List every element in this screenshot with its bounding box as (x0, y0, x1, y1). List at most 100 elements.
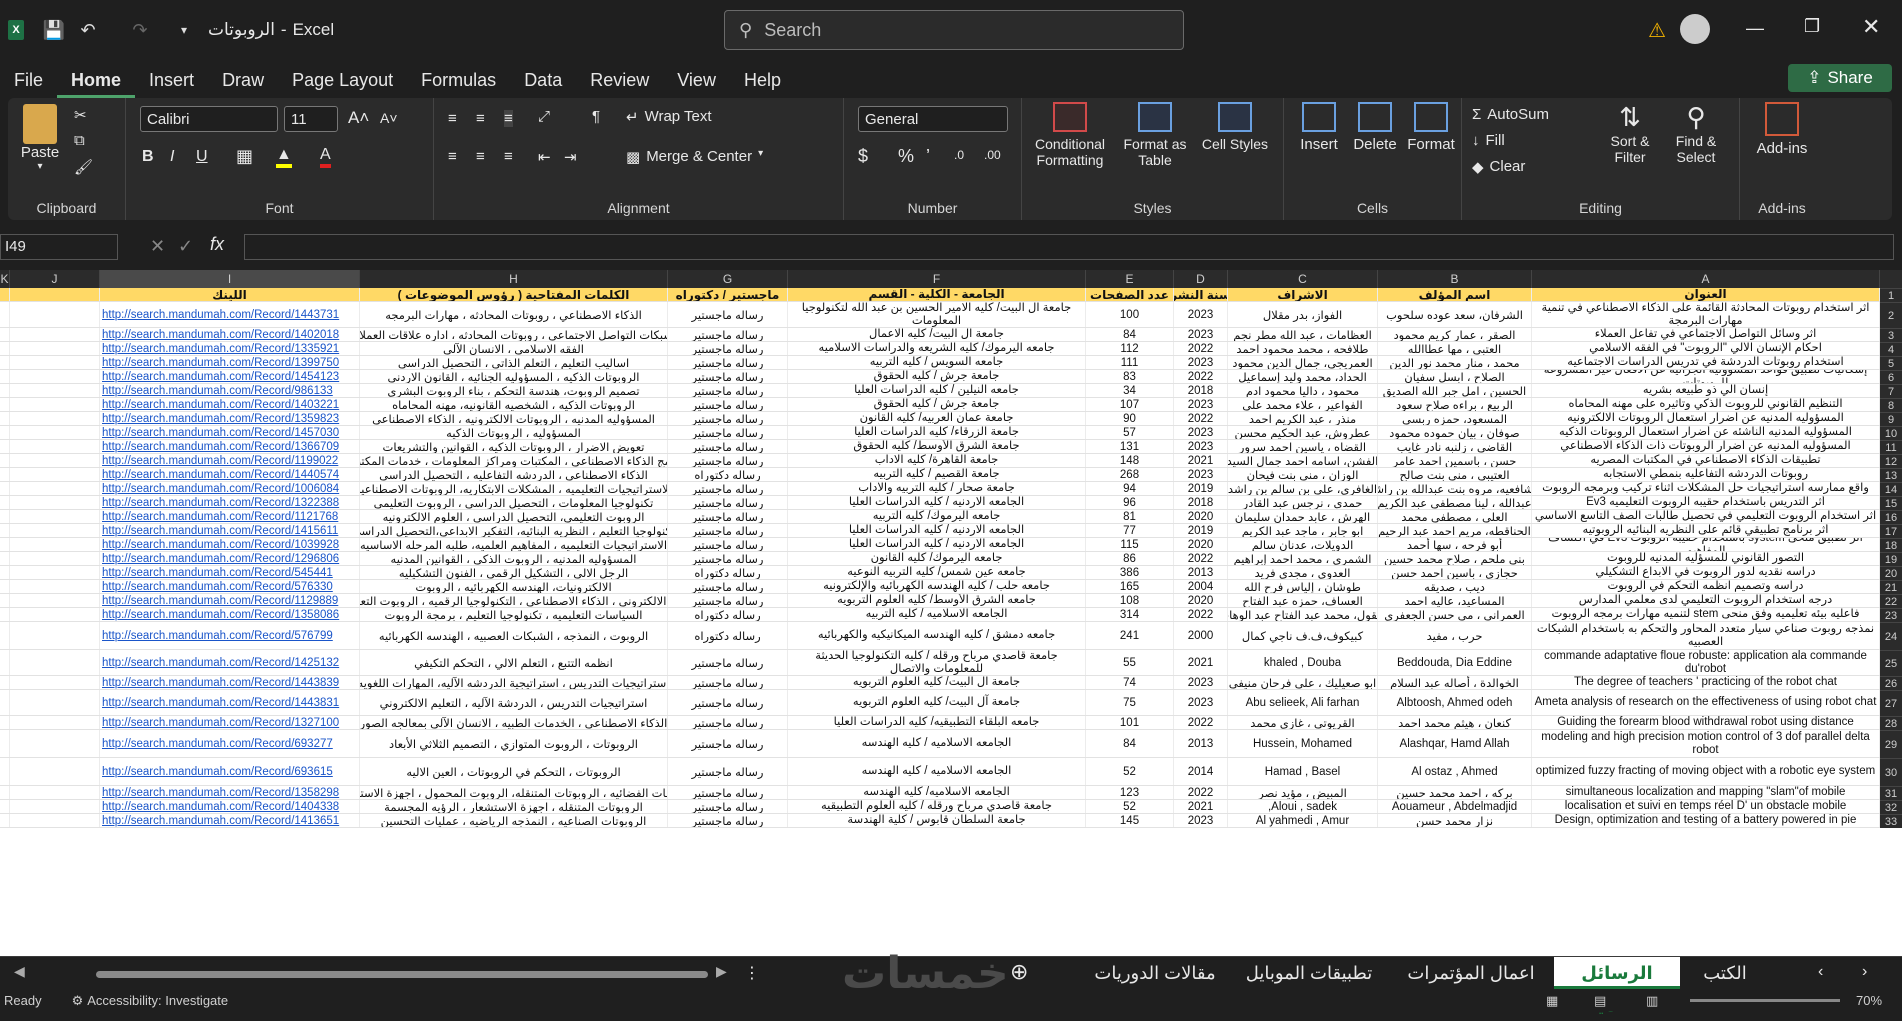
cell-e[interactable]: 52 (1086, 800, 1174, 813)
cell-j[interactable] (10, 496, 100, 509)
cell-a[interactable]: العنوان (1532, 288, 1880, 301)
clear-button[interactable]: ◆ Clear (1472, 158, 1525, 176)
cell-f[interactable]: جامعة آل البيت/ كليه الاعمال (788, 328, 1086, 341)
cell-g[interactable]: رساله ماجستير (668, 454, 788, 467)
cell-e[interactable]: 241 (1086, 622, 1174, 649)
cell-j[interactable] (10, 482, 100, 495)
increase-font-icon[interactable]: A˄ (348, 108, 369, 128)
cell-a[interactable]: Guiding the forearm blood withdrawal rob… (1532, 716, 1880, 729)
cell-e[interactable]: 108 (1086, 594, 1174, 607)
zoom-level[interactable]: 70% (1856, 993, 1882, 1008)
warning-icon[interactable]: ⚠ (1648, 18, 1666, 43)
close-icon[interactable]: ✕ (1862, 14, 1880, 40)
formula-input[interactable] (244, 234, 1894, 260)
cell-e[interactable]: 145 (1086, 814, 1174, 827)
cell-j[interactable] (10, 398, 100, 411)
cell-d[interactable]: 2013 (1174, 566, 1228, 579)
cell-e[interactable]: 96 (1086, 496, 1174, 509)
cell-d[interactable]: 2023 (1174, 302, 1228, 327)
cell-a[interactable]: modeling and high precision motion contr… (1532, 730, 1880, 757)
cell-a[interactable]: إشكاليات تطبيق قواعد المسؤولية الجزائية … (1532, 370, 1880, 383)
row-header[interactable]: 19 (1880, 552, 1902, 566)
cell-j[interactable] (10, 650, 100, 675)
menu-formulas[interactable]: Formulas (407, 62, 510, 98)
cell-b[interactable]: اسم المؤلف (1378, 288, 1532, 301)
cell-k[interactable] (0, 398, 10, 411)
cell-k[interactable] (0, 622, 10, 649)
cell-e[interactable]: 52 (1086, 758, 1174, 785)
cell-k[interactable] (0, 690, 10, 715)
cell-j[interactable] (10, 510, 100, 523)
minimize-icon[interactable]: — (1746, 18, 1764, 39)
cell-i[interactable]: اللينك (100, 288, 360, 301)
cell-g[interactable]: رساله دكتوراه (668, 468, 788, 481)
cell-h[interactable]: السياسات التعليميه ، تكنولوجيا التعليم ،… (360, 608, 668, 621)
cell-e[interactable]: 115 (1086, 538, 1174, 551)
cell-a[interactable]: فاعليه بيئه تعليميه وفق منحى stem لتنميه… (1532, 608, 1880, 621)
increase-decimal-icon[interactable]: .0 (954, 148, 964, 162)
cell-c[interactable]: الغافري، علي بن سالم بن راشد (1228, 482, 1378, 495)
row-header[interactable]: 16 (1880, 510, 1902, 524)
cell-i[interactable]: http://search.mandumah.com/Record/140201… (100, 328, 360, 341)
row-header[interactable]: 17 (1880, 524, 1902, 538)
cell-g[interactable]: رساله ماجستير (668, 328, 788, 341)
cell-j[interactable] (10, 580, 100, 593)
cell-g[interactable]: رساله ماجستير (668, 398, 788, 411)
tab-conferences[interactable]: اعمال المؤتمرات (1396, 957, 1546, 989)
cell-i[interactable]: http://search.mandumah.com/Record/986133 (100, 384, 360, 397)
find-select-button[interactable]: ⚲ Find & Select (1666, 102, 1726, 165)
page-layout-icon[interactable]: ▤ (1594, 993, 1606, 1009)
column-header-h[interactable]: H (360, 270, 668, 288)
cell-i[interactable]: http://search.mandumah.com/Record/140322… (100, 398, 360, 411)
merge-center-button[interactable]: ▩ Merge & Center ▾ (626, 148, 763, 166)
cell-h[interactable]: الاستراتيجيات التعليميه ، المفاهيم العلم… (360, 538, 668, 551)
cell-b[interactable]: عبدالله ، لينا مصطفى عبد الكريم (1378, 496, 1532, 509)
cell-j[interactable] (10, 730, 100, 757)
cell-a[interactable]: المسؤوليه المدنيه الناشئه عن أضرار استعم… (1532, 426, 1880, 439)
cell-g[interactable]: رساله ماجستير (668, 538, 788, 551)
row-header[interactable]: 30 (1880, 758, 1902, 786)
cell-c[interactable]: khaled , Douba (1228, 650, 1378, 675)
cell-h[interactable]: انظمه التتبع ، التعلم الالي ، التحكم الت… (360, 650, 668, 675)
menu-data[interactable]: Data (510, 62, 576, 98)
cell-b[interactable]: الحسين ، امل جبر الله الصديق (1378, 384, 1532, 397)
normal-view-icon[interactable]: ▦ (1546, 993, 1558, 1009)
column-header-c[interactable]: C (1228, 270, 1378, 288)
decrease-font-icon[interactable]: A˅ (380, 110, 398, 126)
underline-icon[interactable]: U (196, 148, 208, 166)
cell-e[interactable]: 107 (1086, 398, 1174, 411)
cell-h[interactable]: تعلم الالكتروني ، الذكاء الاصطناعي ، الت… (360, 594, 668, 607)
cell-f[interactable]: الجامعه الاسلاميه / كليه الهندسه (788, 758, 1086, 785)
cell-c[interactable]: طوشان ، إلياس فرح الله (1228, 580, 1378, 593)
cell-d[interactable]: 2021 (1174, 800, 1228, 813)
cell-k[interactable] (0, 454, 10, 467)
cell-styles-button[interactable]: Cell Styles (1200, 102, 1270, 152)
cell-c[interactable]: ابو جابر ، ماجد عبد الكريم (1228, 524, 1378, 537)
row-header[interactable]: 4 (1880, 342, 1902, 356)
cell-h[interactable]: الذكاء الاصطناعي ، الدردشه التفاعليه ، ا… (360, 468, 668, 481)
prev-sheet-icon[interactable]: ‹ (1818, 963, 1823, 981)
cell-i[interactable]: http://search.mandumah.com/Record/139975… (100, 356, 360, 369)
cell-k[interactable] (0, 510, 10, 523)
cell-c[interactable]: كبيكوف،ف.ف ناجي كمال (1228, 622, 1378, 649)
decrease-decimal-icon[interactable]: .00 (984, 148, 1001, 162)
cell-f[interactable]: الجامعه الاسلاميه/ كليه الهندسه (788, 786, 1086, 799)
cell-c[interactable]: الحداد، محمد وليد إسماعيل (1228, 370, 1378, 383)
cell-g[interactable]: رساله ماجستير (668, 800, 788, 813)
cell-k[interactable] (0, 384, 10, 397)
cell-g[interactable]: رساله ماجستير (668, 650, 788, 675)
cell-g[interactable]: رساله ماجستير (668, 440, 788, 453)
row-header[interactable]: 15 (1880, 496, 1902, 510)
cell-i[interactable]: http://search.mandumah.com/Record/144373… (100, 302, 360, 327)
cancel-icon[interactable]: ✕ (150, 236, 165, 257)
addins-button[interactable]: Add-ins (1750, 102, 1814, 157)
cell-e[interactable]: 94 (1086, 482, 1174, 495)
cell-h[interactable]: استراتيجيات التدريس ، الدردشة الآليه ، ا… (360, 690, 668, 715)
cell-f[interactable]: جامعة قاصدي مرباح ورقله / كليه العلوم ال… (788, 800, 1086, 813)
cell-b[interactable]: الصلاح ، ابسل سفيان (1378, 370, 1532, 383)
cell-b[interactable]: صوفان ، بيان حموده محمود (1378, 426, 1532, 439)
cell-h[interactable]: الروبوتات الصناعيه ، النمذجه الرياضيه ، … (360, 814, 668, 827)
cell-b[interactable]: بني ملحم ، صلاح محمد حسين (1378, 552, 1532, 565)
cell-g[interactable]: رساله دكتوراه (668, 622, 788, 649)
cell-g[interactable]: رساله دكتوراه (668, 566, 788, 579)
